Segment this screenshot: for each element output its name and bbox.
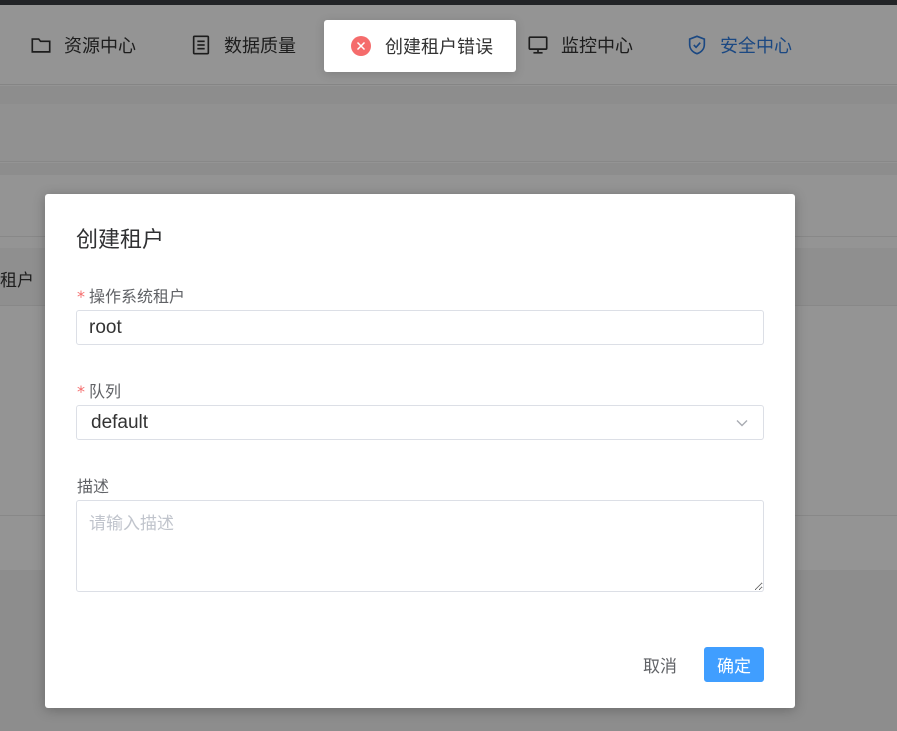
create-tenant-dialog: 创建租户 *操作系统租户 *队列 default 描述 取消 确定 [45, 194, 795, 708]
queue-selected-value: default [91, 411, 149, 433]
error-toast: 创建租户错误 [324, 20, 516, 72]
required-mark: * [77, 382, 85, 401]
queue-select[interactable]: default [76, 405, 764, 440]
toast-message: 创建租户错误 [385, 37, 493, 58]
dialog-title: 创建租户 [76, 228, 165, 253]
description-field-label: 描述 [77, 473, 109, 497]
confirm-button[interactable]: 确定 [704, 647, 764, 682]
tenant-input[interactable] [76, 310, 764, 345]
description-label-text: 描述 [77, 477, 110, 496]
tenant-label-text: 操作系统租户 [89, 287, 186, 306]
error-icon [351, 36, 371, 56]
queue-label-text: 队列 [89, 382, 122, 401]
tenant-field-label: * 操作系统租户 [77, 283, 185, 307]
queue-field-label: * 队列 [77, 378, 121, 402]
required-mark: * [77, 287, 85, 306]
chevron-down-icon [736, 419, 748, 426]
description-textarea[interactable] [76, 500, 764, 592]
cancel-button[interactable]: 取消 [630, 647, 690, 682]
